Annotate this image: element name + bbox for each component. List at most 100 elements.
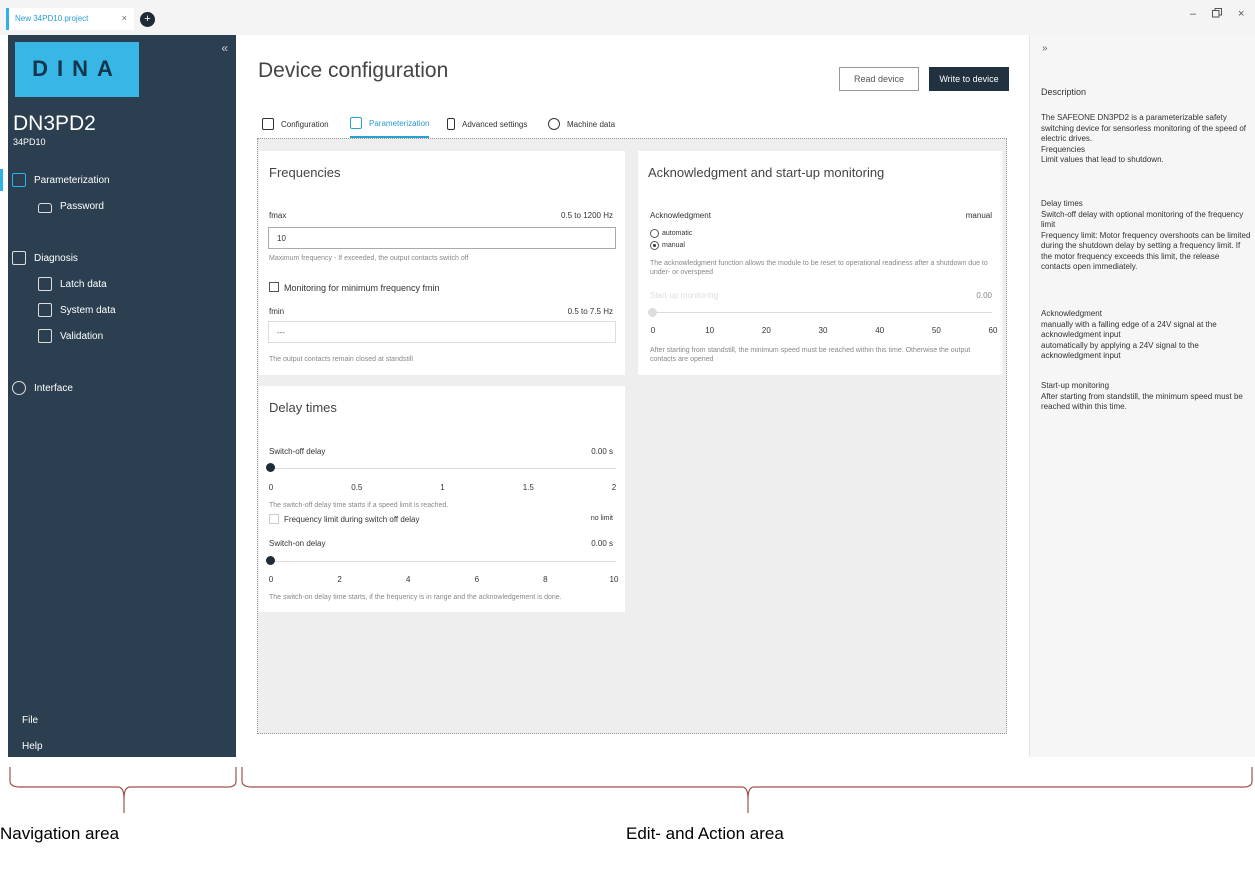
automatic-label: automatic bbox=[662, 230, 693, 237]
min-frequency-checkbox[interactable] bbox=[269, 282, 279, 292]
manual-radio[interactable] bbox=[650, 241, 659, 250]
fmin-label: fmin bbox=[269, 307, 285, 316]
switch-off-label: Switch-off delay bbox=[269, 447, 326, 456]
tab-label: Configuration bbox=[281, 119, 329, 129]
slider-tick-label: 6 bbox=[474, 575, 480, 584]
slider-tick-label: 1.5 bbox=[522, 483, 534, 492]
startup-value: 0.00 bbox=[976, 291, 992, 300]
switch-on-slider-handle[interactable] bbox=[266, 556, 275, 565]
navigation-area-label: Navigation area bbox=[0, 824, 120, 843]
frequency-limit-checkbox[interactable] bbox=[269, 514, 279, 524]
slider-tick-label: 40 bbox=[875, 326, 885, 335]
acknowledgment-value: manual bbox=[965, 211, 992, 220]
automatic-radio[interactable] bbox=[650, 229, 659, 238]
fmin-input[interactable]: --- bbox=[268, 321, 616, 343]
slider-tick-label: 2 bbox=[611, 483, 617, 492]
sidebar-item-validation[interactable]: Validation bbox=[38, 329, 103, 343]
switch-on-value: 0.00 s bbox=[591, 539, 613, 548]
description-heading: Description bbox=[1041, 87, 1087, 97]
collapse-sidebar-icon[interactable]: « bbox=[221, 41, 228, 55]
sidebar-item-system-data[interactable]: System data bbox=[38, 303, 116, 317]
switch-off-slider-handle[interactable] bbox=[266, 463, 275, 472]
parameterization-icon bbox=[350, 117, 362, 129]
delay-times-card: Delay times Switch-off delay 0.00 s 0 0.5… bbox=[259, 386, 625, 612]
close-tab-icon[interactable]: × bbox=[122, 13, 127, 23]
tab-parameterization[interactable]: Parameterization bbox=[350, 110, 430, 138]
interface-icon bbox=[12, 381, 26, 395]
manual-label: manual bbox=[662, 242, 685, 249]
acknowledgment-title: Acknowledgment and start-up monitoring bbox=[648, 165, 885, 180]
sidebar-item-label: Latch data bbox=[60, 278, 107, 290]
tab-configuration[interactable]: Configuration bbox=[262, 110, 329, 138]
fmax-input[interactable]: 10 bbox=[268, 227, 616, 249]
sidebar-item-label: Interface bbox=[34, 382, 73, 394]
tab-advanced-settings[interactable]: Advanced settings bbox=[447, 110, 527, 138]
switch-on-hint: The switch-on delay time starts, if the … bbox=[269, 594, 562, 601]
read-device-button[interactable]: Read device bbox=[839, 67, 919, 91]
new-tab-button[interactable]: + bbox=[140, 12, 155, 27]
file-menu[interactable]: File bbox=[22, 715, 38, 726]
slider-tick-label: 1 bbox=[440, 483, 445, 492]
project-tab[interactable]: New 34PD10 project × bbox=[6, 8, 134, 30]
page-title: Device configuration bbox=[258, 59, 449, 82]
slider-tick-label: 10 bbox=[609, 575, 619, 584]
area-braces bbox=[9, 767, 1253, 813]
restore-icon[interactable] bbox=[1212, 8, 1222, 21]
startup-track bbox=[652, 312, 992, 313]
sidebar-item-password[interactable]: Password bbox=[38, 199, 104, 213]
slider-tick-label: 0 bbox=[268, 483, 274, 492]
tab-machine-data[interactable]: Machine data bbox=[548, 110, 615, 138]
min-frequency-label: Monitoring for minimum frequency fmin bbox=[284, 283, 440, 293]
machine-data-icon bbox=[548, 118, 560, 130]
acknowledgment-card: Acknowledgment and start-up monitoring A… bbox=[638, 151, 1002, 375]
minimize-icon[interactable]: – bbox=[1190, 8, 1196, 20]
parameter-icon bbox=[12, 173, 26, 187]
acknowledgment-hint: The acknowledgment function allows the m… bbox=[650, 260, 988, 276]
sidebar-item-interface[interactable]: Interface bbox=[12, 381, 73, 395]
fmax-range: 0.5 to 1200 Hz bbox=[560, 211, 613, 220]
active-indicator bbox=[0, 169, 3, 191]
device-name: DN3PD2 bbox=[13, 112, 96, 135]
sidebar-item-latch-data[interactable]: Latch data bbox=[38, 277, 107, 291]
slider-tick-label: 0.5 bbox=[351, 483, 363, 492]
write-to-device-button[interactable]: Write to device bbox=[929, 67, 1009, 91]
frequencies-title: Frequencies bbox=[269, 165, 341, 180]
frequency-limit-label: Frequency limit during switch off delay bbox=[284, 515, 420, 524]
slider-tick-label: 60 bbox=[988, 326, 998, 335]
collapse-panel-icon[interactable]: » bbox=[1042, 43, 1048, 54]
switch-on-label: Switch-on delay bbox=[269, 539, 326, 548]
delay-times-title: Delay times bbox=[269, 400, 337, 415]
sidebar-item-label: Diagnosis bbox=[34, 252, 78, 264]
startup-slider-handle[interactable] bbox=[648, 308, 657, 317]
project-tab-label: New 34PD10 project bbox=[15, 14, 89, 23]
dina-logo: DINA bbox=[15, 42, 139, 97]
slider-tick-label: 50 bbox=[931, 326, 941, 335]
slider-tick-label: 0 bbox=[650, 326, 656, 335]
device-model: 34PD10 bbox=[13, 137, 46, 147]
sidebar-item-parameterization[interactable]: Parameterization bbox=[12, 173, 110, 187]
acknowledgment-description: Acknowledgment manually with a falling e… bbox=[1041, 309, 1217, 360]
startup-label: Start-up monitoring bbox=[650, 291, 719, 300]
system-data-icon bbox=[38, 303, 52, 317]
startup-hint: After starting from standstill, the mini… bbox=[650, 347, 971, 363]
sidebar-item-diagnosis[interactable]: Diagnosis bbox=[12, 251, 78, 265]
fmin-range: 0.5 to 7.5 Hz bbox=[567, 307, 613, 316]
navigation-sidebar: « DINA DN3PD2 34PD10 Parameterization Pa… bbox=[0, 35, 236, 757]
close-window-icon[interactable]: × bbox=[1238, 8, 1244, 20]
latch-data-icon bbox=[38, 277, 52, 291]
fmax-label: fmax bbox=[269, 211, 287, 220]
description-text: The SAFEONE DN3PD2 is a parameterizable … bbox=[1041, 113, 1246, 164]
diagnosis-icon bbox=[12, 251, 26, 265]
sidebar-item-label: Parameterization bbox=[34, 174, 110, 186]
tab-label: Parameterization bbox=[369, 118, 430, 128]
sidebar-item-label: System data bbox=[60, 304, 116, 316]
edit-area: Frequencies fmax 0.5 to 1200 Hz 10 Maxim… bbox=[257, 138, 1007, 734]
help-menu[interactable]: Help bbox=[22, 741, 43, 752]
fmax-hint: Maximum frequency - If exceeded, the out… bbox=[269, 255, 469, 262]
fmin-hint: The output contacts remain closed at sta… bbox=[269, 356, 413, 363]
sidebar-item-label: Validation bbox=[60, 330, 104, 342]
delay-times-description: Delay times Switch-off delay with option… bbox=[1041, 199, 1251, 271]
slider-tick-label: 30 bbox=[818, 326, 828, 335]
slider-tick-label: 0 bbox=[268, 575, 274, 584]
edit-action-area-label: Edit- and Action area bbox=[626, 824, 784, 843]
